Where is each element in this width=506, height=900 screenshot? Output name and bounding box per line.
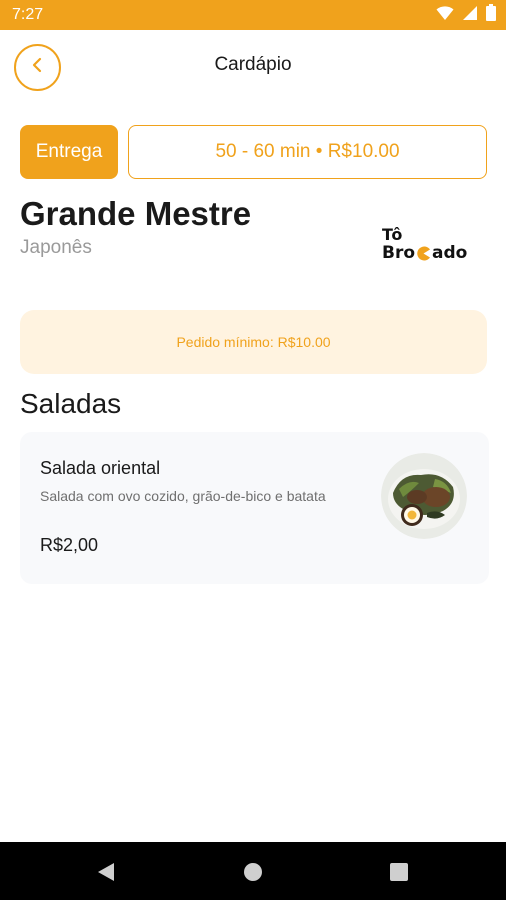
product-price: R$2,00 (40, 535, 99, 555)
product-name: Salada oriental (40, 458, 161, 478)
status-bar: 7:27 (0, 0, 506, 30)
delivery-mode-button[interactable]: Entrega (20, 125, 118, 179)
logo-text-b: ado (432, 243, 468, 263)
logo-line2: Bro ado (382, 243, 467, 263)
battery-icon (486, 4, 496, 26)
logo-line1: Tô (382, 225, 403, 244)
restaurant-category: Japonês (20, 237, 92, 258)
restaurant-name: Grande Mestre (20, 195, 252, 232)
delivery-info-button[interactable]: 50 - 60 min • R$10.00 (128, 125, 487, 179)
navigation-bar (0, 842, 506, 900)
status-icons (436, 4, 496, 26)
recents-square-icon[interactable] (387, 860, 411, 884)
product-image (381, 453, 467, 539)
logo-text-a: Bro (382, 243, 416, 263)
logo-pacman-icon (416, 246, 431, 261)
home-circle-icon[interactable] (241, 860, 265, 884)
status-time: 7:27 (12, 6, 44, 23)
product-card[interactable]: Salada oriental Salada com ovo cozido, g… (20, 432, 489, 584)
wifi-icon (436, 5, 454, 26)
section-title: Saladas (20, 388, 122, 419)
page-title: Cardápio (214, 54, 292, 75)
min-order-banner: Pedido mínimo: R$10.00 (20, 310, 487, 374)
product-description: Salada com ovo cozido, grão-de-bico e ba… (40, 488, 326, 504)
restaurant-logo: Tô Bro ado (380, 226, 486, 266)
back-triangle-icon[interactable] (94, 860, 118, 884)
signal-icon (462, 5, 478, 26)
